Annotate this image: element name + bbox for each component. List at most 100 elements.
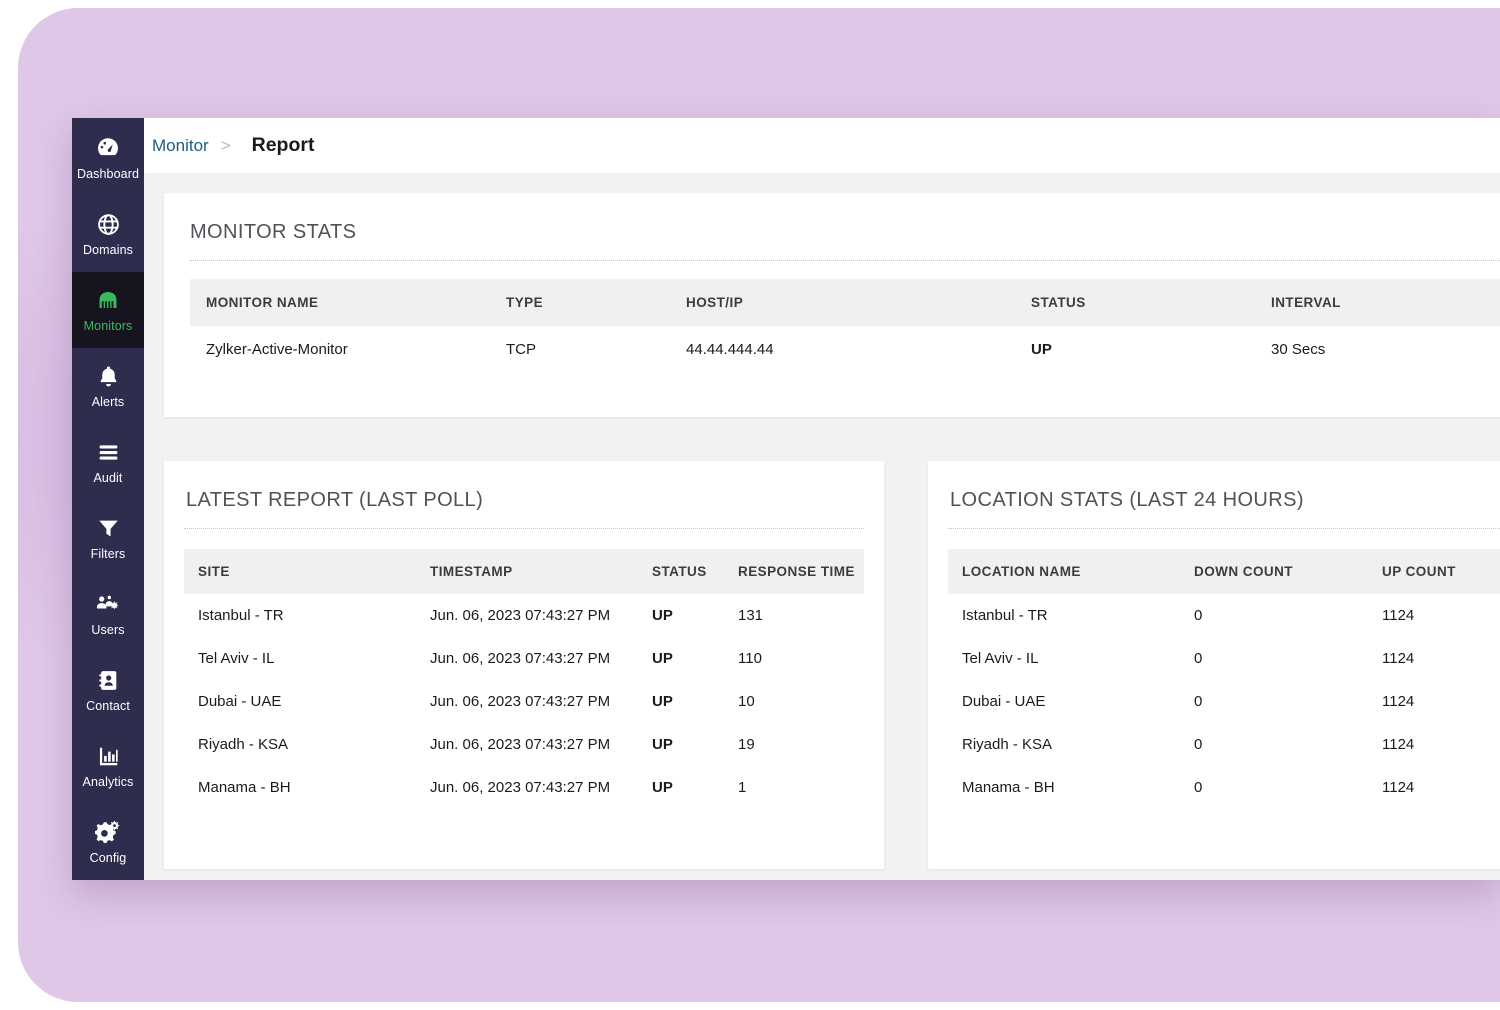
sidebar-item-label: Contact — [86, 699, 130, 714]
cell-down-count: 0 — [1180, 766, 1368, 809]
cell-location-name: Riyadh - KSA — [948, 723, 1180, 766]
cell-up-count: 1124 — [1368, 766, 1500, 809]
status-badge: UP — [638, 637, 724, 680]
bell-icon — [95, 363, 121, 389]
col-interval: INTERVAL — [1255, 279, 1500, 326]
sidebar-item-analytics[interactable]: Analytics — [72, 728, 144, 804]
col-status: STATUS — [1015, 279, 1255, 326]
main-region: Monitor > Report MONITOR STATS MONITOR N… — [144, 118, 1500, 880]
cell-up-count: 1124 — [1368, 637, 1500, 680]
status-badge: UP — [1015, 326, 1255, 373]
breadcrumb-separator-icon: > — [220, 135, 231, 155]
monitor-stats-tbody: Zylker-Active-Monitor TCP 44.44.444.44 U… — [190, 326, 1500, 373]
bar-chart-icon — [95, 743, 121, 769]
topbar: Monitor > Report — [144, 118, 1500, 173]
col-up-count: UP COUNT — [1368, 549, 1500, 594]
sidebar-item-label: Filters — [90, 547, 126, 562]
app-window: Dashboard Domains Monitors Alerts Audit Filte… — [72, 118, 1500, 880]
col-response-time: RESPONSE TIME — [724, 549, 864, 594]
page-title: Report — [251, 134, 315, 156]
sidebar-item-label: Analytics — [82, 775, 134, 790]
cell-up-count: 1124 — [1368, 680, 1500, 723]
latest-report-tbody: Istanbul - TR Jun. 06, 2023 07:43:27 PM UP… — [184, 594, 864, 809]
table-header-row: SITE TIMESTAMP STATUS RESPONSE TIME — [184, 549, 864, 594]
sidebar-item-label: Monitors — [83, 319, 133, 334]
table-row[interactable]: Dubai - UAE 0 1124 — [948, 680, 1500, 723]
col-host-ip: HOST/IP — [670, 279, 1015, 326]
cell-location-name: Manama - BH — [948, 766, 1180, 809]
sidebar-item-domains[interactable]: Domains — [72, 196, 144, 272]
cell-site: Istanbul - TR — [184, 594, 416, 637]
latest-report-title: LATEST REPORT (LAST POLL) — [186, 489, 484, 511]
col-monitor-name: MONITOR NAME — [190, 279, 490, 326]
sidebar-item-label: Domains — [82, 243, 134, 258]
cell-timestamp: Jun. 06, 2023 07:43:27 PM — [416, 680, 638, 723]
table-row[interactable]: Istanbul - TR Jun. 06, 2023 07:43:27 PM UP… — [184, 594, 864, 637]
cell-up-count: 1124 — [1368, 723, 1500, 766]
cell-timestamp: Jun. 06, 2023 07:43:27 PM — [416, 637, 638, 680]
latest-report-divider — [184, 528, 864, 529]
gauge-icon — [95, 135, 121, 161]
sidebar-item-label: Alerts — [91, 395, 125, 410]
monitor-stats-title: MONITOR STATS — [190, 221, 357, 243]
cell-response-time: 19 — [724, 723, 864, 766]
cell-site: Riyadh - KSA — [184, 723, 416, 766]
cell-response-time: 131 — [724, 594, 864, 637]
gears-icon — [95, 819, 121, 845]
content-area: MONITOR STATS MONITOR NAME TYPE HOST/IP … — [144, 173, 1500, 880]
cell-down-count: 0 — [1180, 594, 1368, 637]
cell-response-time: 1 — [724, 766, 864, 809]
location-stats-card: LOCATION STATS (LAST 24 HOURS) LOCATION … — [928, 461, 1500, 869]
cell-down-count: 0 — [1180, 680, 1368, 723]
cell-type: TCP — [490, 326, 670, 373]
cell-down-count: 0 — [1180, 723, 1368, 766]
col-type: TYPE — [490, 279, 670, 326]
status-badge: UP — [638, 723, 724, 766]
location-stats-table: LOCATION NAME DOWN COUNT UP COUNT Istanb… — [948, 549, 1500, 809]
col-location-name: LOCATION NAME — [948, 549, 1180, 594]
status-badge: UP — [638, 594, 724, 637]
latest-report-card: LATEST REPORT (LAST POLL) SITE TIMESTAMP… — [164, 461, 884, 869]
cell-location-name: Dubai - UAE — [948, 680, 1180, 723]
sidebar-item-audit[interactable]: Audit — [72, 424, 144, 500]
cell-host-ip: 44.44.444.44 — [670, 326, 1015, 373]
breadcrumb-link-monitor[interactable]: Monitor — [152, 136, 209, 156]
sidebar-item-dashboard[interactable]: Dashboard — [72, 120, 144, 196]
location-stats-title: LOCATION STATS (LAST 24 HOURS) — [950, 489, 1304, 511]
monitor-stats-table: MONITOR NAME TYPE HOST/IP STATUS INTERVA… — [190, 279, 1500, 373]
globe-icon — [95, 211, 121, 237]
sidebar-item-filters[interactable]: Filters — [72, 500, 144, 576]
col-down-count: DOWN COUNT — [1180, 549, 1368, 594]
table-row[interactable]: Manama - BH Jun. 06, 2023 07:43:27 PM UP 1 — [184, 766, 864, 809]
sidebar-item-monitors[interactable]: Monitors — [72, 272, 144, 348]
table-row[interactable]: Tel Aviv - IL Jun. 06, 2023 07:43:27 PM UP… — [184, 637, 864, 680]
sidebar-item-contact[interactable]: Contact — [72, 652, 144, 728]
cell-interval: 30 Secs — [1255, 326, 1500, 373]
monitor-stats-thead: MONITOR NAME TYPE HOST/IP STATUS INTERVA… — [190, 279, 1500, 326]
status-badge: UP — [638, 766, 724, 809]
sidebar-item-config[interactable]: Config — [72, 804, 144, 880]
status-badge: UP — [638, 680, 724, 723]
monitor-stats-card: MONITOR STATS MONITOR NAME TYPE HOST/IP … — [164, 193, 1500, 417]
table-row[interactable]: Zylker-Active-Monitor TCP 44.44.444.44 U… — [190, 326, 1500, 373]
funnel-icon — [95, 515, 121, 541]
sidebar-item-label: Users — [91, 623, 125, 638]
table-header-row: LOCATION NAME DOWN COUNT UP COUNT — [948, 549, 1500, 594]
users-gear-icon — [95, 591, 121, 617]
table-row[interactable]: Tel Aviv - IL 0 1124 — [948, 637, 1500, 680]
table-row[interactable]: Dubai - UAE Jun. 06, 2023 07:43:27 PM UP 10 — [184, 680, 864, 723]
sidebar-item-label: Dashboard — [76, 167, 140, 182]
table-row[interactable]: Manama - BH 0 1124 — [948, 766, 1500, 809]
table-row[interactable]: Riyadh - KSA Jun. 06, 2023 07:43:27 PM UP 1… — [184, 723, 864, 766]
cell-timestamp: Jun. 06, 2023 07:43:27 PM — [416, 594, 638, 637]
table-row[interactable]: Riyadh - KSA 0 1124 — [948, 723, 1500, 766]
cell-site: Manama - BH — [184, 766, 416, 809]
latest-report-thead: SITE TIMESTAMP STATUS RESPONSE TIME — [184, 549, 864, 594]
cell-down-count: 0 — [1180, 637, 1368, 680]
location-stats-tbody: Istanbul - TR 0 1124 Tel Aviv - IL 0 1124 Duba… — [948, 594, 1500, 809]
table-row[interactable]: Istanbul - TR 0 1124 — [948, 594, 1500, 637]
sidebar-item-users[interactable]: Users — [72, 576, 144, 652]
sidebar-item-alerts[interactable]: Alerts — [72, 348, 144, 424]
monitor-stats-divider — [190, 260, 1500, 261]
latest-report-table: SITE TIMESTAMP STATUS RESPONSE TIME Ista… — [184, 549, 864, 809]
